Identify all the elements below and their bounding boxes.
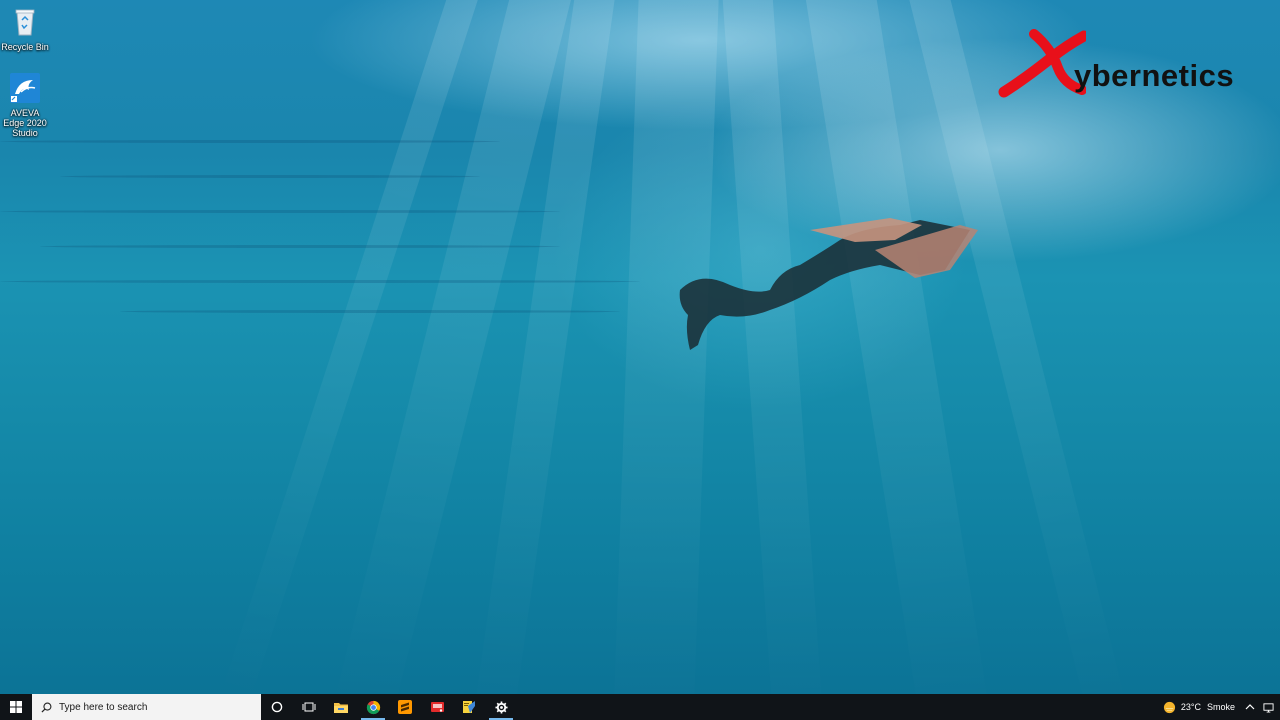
- desktop-icon-recycle-bin[interactable]: Recycle Bin: [0, 6, 50, 52]
- taskbar: Type here to search 23°C Smoke: [0, 694, 1280, 720]
- folder-icon: [334, 703, 348, 713]
- desktop-wallpaper: ybernetics Recycle Bin AVEVA Edge 2020 S…: [0, 0, 1280, 694]
- search-icon: [41, 702, 52, 713]
- gear-icon: [494, 700, 508, 714]
- chrome-icon: [366, 700, 380, 714]
- taskbar-chrome[interactable]: [357, 694, 389, 720]
- red-app-icon: [430, 702, 444, 712]
- weather-widget[interactable]: 23°C Smoke: [1159, 694, 1239, 720]
- cortana-button[interactable]: [261, 694, 293, 720]
- aveva-edge-icon: [10, 73, 40, 103]
- notes-app-icon: [463, 701, 475, 713]
- recycle-bin-icon: [15, 9, 35, 36]
- taskbar-search-box[interactable]: Type here to search: [32, 694, 261, 720]
- desktop-icon-label: AVEVA Edge 2020 Studio: [3, 108, 47, 138]
- taskbar-red-app[interactable]: [421, 694, 453, 720]
- taskbar-sublime-text[interactable]: [389, 694, 421, 720]
- taskbar-notes-app[interactable]: [453, 694, 485, 720]
- taskbar-settings[interactable]: [485, 694, 517, 720]
- monitor-icon: [1263, 702, 1274, 713]
- xybernetics-logo: ybernetics: [996, 28, 1264, 102]
- weather-temperature: 23°C: [1180, 702, 1201, 712]
- sun-haze-icon: [1163, 701, 1175, 713]
- desktop-icon-label: Recycle Bin: [1, 42, 49, 52]
- task-view-icon: [302, 702, 316, 712]
- sublime-icon: [398, 700, 412, 714]
- taskbar-file-explorer[interactable]: [325, 694, 357, 720]
- diver-silhouette: [679, 218, 978, 350]
- desktop-icon-aveva-edge[interactable]: AVEVA Edge 2020 Studio: [0, 72, 50, 138]
- notification-button[interactable]: [1261, 694, 1280, 720]
- windows-logo-icon: [10, 701, 22, 713]
- task-view-button[interactable]: [293, 694, 325, 720]
- search-placeholder: Type here to search: [59, 701, 148, 713]
- system-tray: 23°C Smoke: [1159, 694, 1280, 720]
- cortana-circle-icon: [271, 701, 283, 713]
- show-hidden-icons-button[interactable]: [1239, 694, 1261, 720]
- chevron-up-icon: [1245, 704, 1255, 710]
- weather-condition: Smoke: [1206, 702, 1235, 712]
- start-button[interactable]: [0, 694, 32, 720]
- logo-wordmark: ybernetics: [1074, 58, 1235, 93]
